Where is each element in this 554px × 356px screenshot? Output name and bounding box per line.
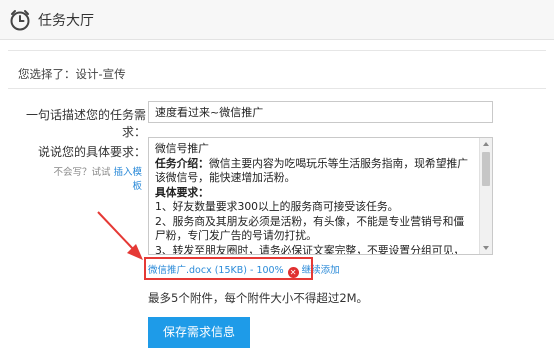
template-help: 不会写？试试 插入模板 xyxy=(50,164,142,192)
help-text: 不会写？试试 xyxy=(53,167,111,178)
textarea-scrollbar[interactable] xyxy=(479,138,492,254)
detail-line: 2、服务商及其朋友必须是活粉，有头像，不能是专业营销号和僵尸粉，专门发广告的号请… xyxy=(155,214,465,243)
insert-template-link[interactable]: 插入模板 xyxy=(113,167,142,192)
scroll-thumb[interactable] xyxy=(482,152,490,186)
summary-input[interactable] xyxy=(148,101,493,123)
scroll-up-icon[interactable] xyxy=(483,142,489,146)
detail-textarea[interactable]: 微信号推广 任务介绍：微信主要内容为吃喝玩乐等生活服务指南，现希望推广该微信号，能… xyxy=(148,137,493,255)
divider xyxy=(8,50,546,51)
scroll-down-icon[interactable] xyxy=(483,246,489,250)
page-title: 任务大厅 xyxy=(38,13,94,29)
divider xyxy=(8,88,546,89)
detail-label: 说说您的具体要求： xyxy=(37,145,146,159)
clock-icon xyxy=(10,10,30,31)
save-button[interactable]: 保存需求信息 xyxy=(148,317,250,348)
detail-text: 微信号推广 任务介绍：微信主要内容为吃喝玩乐等生活服务指南，现希望推广该微信号，能… xyxy=(149,138,480,255)
detail-line: 3、转发至朋友圈时，请务必保证文案完整，不要设置分组可见，一定要公开 xyxy=(155,243,465,255)
detail-line: 任务介绍：微信主要内容为吃喝玩乐等生活服务指南，现希望推广该微信号，能快速增加活… xyxy=(155,156,469,185)
attachment-limit: 最多5个附件，每个附件大小不得超过2M。 xyxy=(148,291,369,305)
selection-summary: 您选择了：设计-宣传 xyxy=(18,67,126,81)
detail-line: 具体要求： xyxy=(155,185,209,199)
detail-line: 1、好友数量要求300以上的服务商可接受该任务。 xyxy=(155,200,399,213)
highlight-box xyxy=(144,257,313,280)
summary-label: 一句话描述您的任务需求： xyxy=(25,108,146,139)
detail-line: 微信号推广 xyxy=(155,142,209,155)
page-header: 任务大厅 xyxy=(0,0,554,40)
